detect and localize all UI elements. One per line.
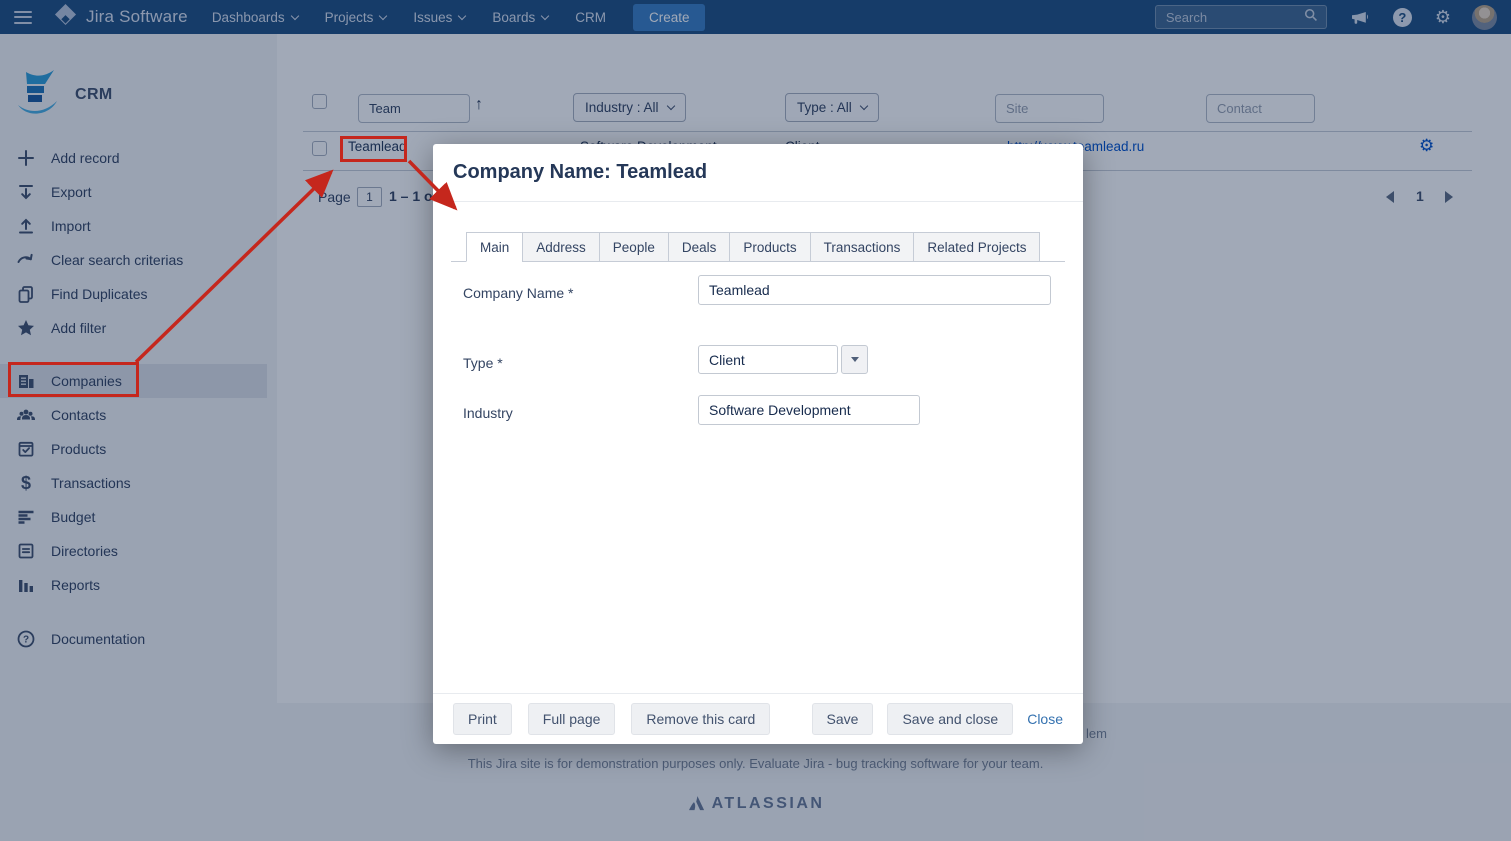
modal-tabs: Main Address People Deals Products Trans…: [451, 232, 1065, 262]
tab-products[interactable]: Products: [729, 232, 810, 262]
modal-footer: Print Full page Remove this card Save Sa…: [433, 693, 1083, 744]
full-page-button[interactable]: Full page: [528, 703, 616, 735]
tab-main[interactable]: Main: [466, 232, 523, 262]
jira-crm-screen: Jira Software Dashboards Projects Issues…: [0, 0, 1511, 841]
modal-header: Company Name: Teamlead: [433, 144, 1083, 202]
tab-related-projects[interactable]: Related Projects: [913, 232, 1040, 262]
type-select[interactable]: Client: [698, 345, 838, 374]
industry-label: Industry: [463, 405, 513, 421]
tab-deals[interactable]: Deals: [668, 232, 731, 262]
type-label: Type *: [463, 355, 503, 371]
triangle-down-icon: [851, 357, 859, 362]
company-name-input[interactable]: [698, 275, 1051, 305]
company-card-modal: Company Name: Teamlead Main Address Peop…: [433, 144, 1083, 744]
tab-people[interactable]: People: [599, 232, 669, 262]
tab-transactions[interactable]: Transactions: [810, 232, 915, 262]
remove-card-button[interactable]: Remove this card: [631, 703, 770, 735]
company-name-label: Company Name *: [463, 285, 574, 301]
type-select-arrow-button[interactable]: [841, 345, 868, 374]
save-button[interactable]: Save: [812, 703, 874, 735]
tab-address[interactable]: Address: [522, 232, 600, 262]
industry-input[interactable]: [698, 395, 920, 425]
modal-title: Company Name: Teamlead: [453, 161, 707, 184]
save-and-close-button[interactable]: Save and close: [887, 703, 1013, 735]
close-link[interactable]: Close: [1027, 711, 1063, 727]
print-button[interactable]: Print: [453, 703, 512, 735]
